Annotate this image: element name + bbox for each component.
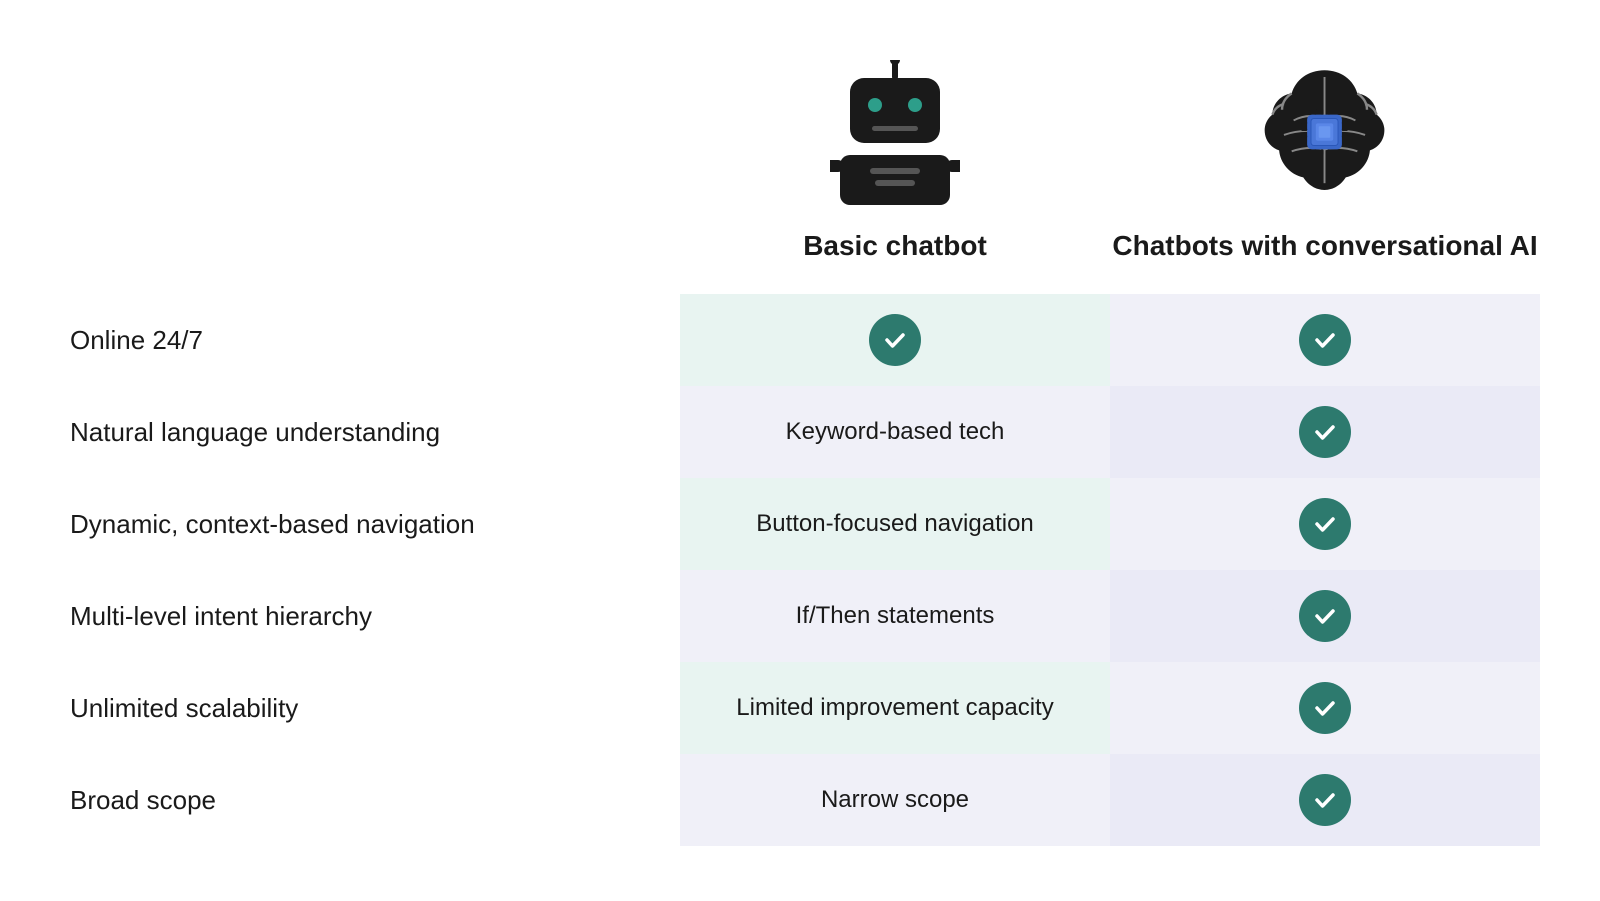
basic-chatbot-cell: Limited improvement capacity [680, 662, 1110, 754]
header-empty-cell [60, 55, 680, 284]
basic-chatbot-cell: Button-focused navigation [680, 478, 1110, 570]
checkmark-icon [1299, 774, 1351, 826]
feature-cell: Broad scope [60, 754, 680, 846]
table-row: Online 24/7 [60, 294, 1540, 386]
ai-chatbot-cell [1110, 294, 1540, 386]
feature-cell: Dynamic, context-based navigation [60, 478, 680, 570]
table-row: Broad scopeNarrow scope [60, 754, 1540, 846]
header-row: Basic chatbot [60, 55, 1540, 284]
header-ai-chatbot: Chatbots with conversational AI [1110, 55, 1540, 284]
basic-chatbot-cell [680, 294, 1110, 386]
checkmark-icon [869, 314, 921, 366]
checkmark-icon [1299, 682, 1351, 734]
header-basic-chatbot: Basic chatbot [680, 55, 1110, 284]
feature-cell: Online 24/7 [60, 294, 680, 386]
basic-chatbot-cell: Keyword-based tech [680, 386, 1110, 478]
checkmark-icon [1299, 314, 1351, 366]
checkmark-icon [1299, 498, 1351, 550]
ai-chatbot-cell [1110, 570, 1540, 662]
ai-chatbot-cell [1110, 478, 1540, 570]
ai-chatbot-title: Chatbots with conversational AI [1112, 228, 1537, 264]
comparison-table: Basic chatbot [60, 55, 1540, 846]
table-row: Dynamic, context-based navigationButton-… [60, 478, 1540, 570]
ai-chatbot-cell [1110, 386, 1540, 478]
ai-chatbot-cell [1110, 662, 1540, 754]
basic-chatbot-icon [825, 55, 965, 210]
ai-chatbot-cell [1110, 754, 1540, 846]
feature-cell: Multi-level intent hierarchy [60, 570, 680, 662]
feature-cell: Natural language understanding [60, 386, 680, 478]
feature-cell: Unlimited scalability [60, 662, 680, 754]
table-row: Natural language understandingKeyword-ba… [60, 386, 1540, 478]
data-rows: Online 24/7Natural language understandin… [60, 294, 1540, 846]
table-row: Multi-level intent hierarchyIf/Then stat… [60, 570, 1540, 662]
basic-chatbot-cell: If/Then statements [680, 570, 1110, 662]
basic-chatbot-title: Basic chatbot [803, 228, 987, 264]
checkmark-icon [1299, 590, 1351, 642]
table-row: Unlimited scalabilityLimited improvement… [60, 662, 1540, 754]
basic-chatbot-cell: Narrow scope [680, 754, 1110, 846]
checkmark-icon [1299, 406, 1351, 458]
ai-chatbot-icon [1255, 55, 1395, 210]
